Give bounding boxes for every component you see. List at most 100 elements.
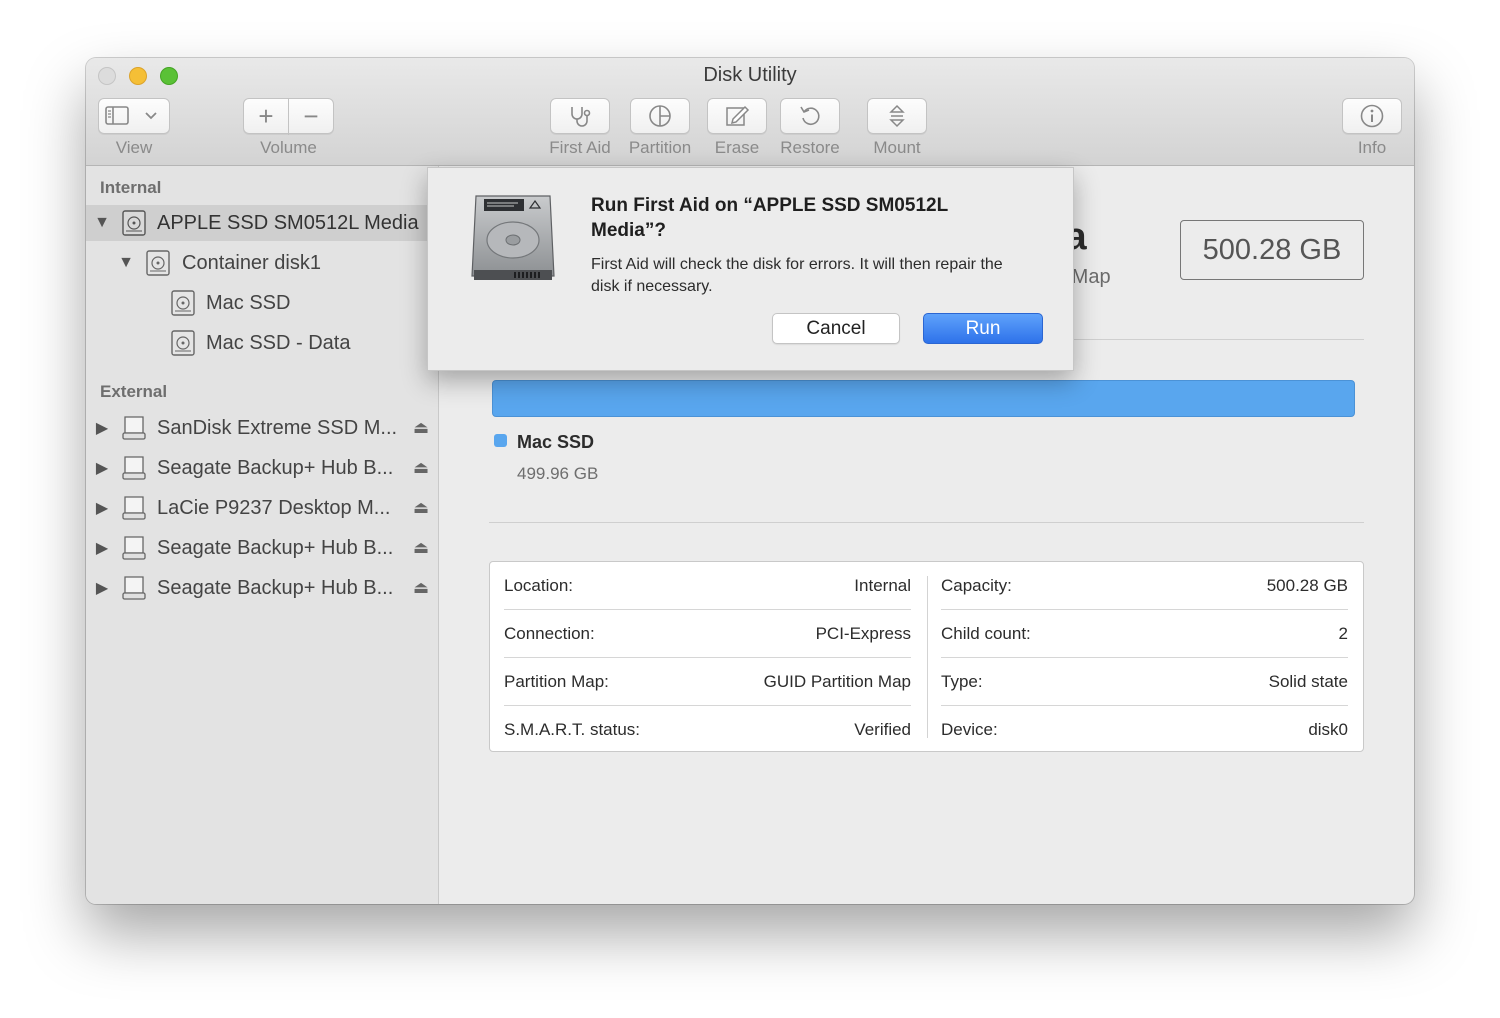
disclosure-expanded-icon[interactable]: ▼ [94,214,110,232]
eject-icon[interactable]: ⏏ [413,418,429,438]
sidebar: Internal ▼ APPLE SSD SM0512L Media ▼ Con… [86,166,439,904]
mount-icon [889,104,905,128]
minus-icon: − [303,100,319,131]
info-label: Info [1357,138,1387,157]
sidebar-item-label: Mac SSD [206,291,291,314]
column-divider [927,576,928,738]
sidebar-item-label: Seagate Backup+ Hub B... [157,456,394,479]
first-aid-button[interactable] [550,98,610,134]
internal-section-header: Internal [100,178,162,197]
disclosure-collapsed-icon[interactable]: ▶ [94,498,110,518]
sidebar-item-mac-ssd[interactable]: Mac SSD [86,285,439,321]
external-disk-icon [122,576,146,600]
sidebar-item-seagate-3[interactable]: ▶ Seagate Backup+ Hub B... ⏏ [86,570,439,606]
sidebar-item-sandisk[interactable]: ▶ SanDisk Extreme SSD M... ⏏ [86,410,439,446]
info-label: S.M.A.R.T. status: [504,720,641,739]
view-button[interactable] [98,98,170,134]
sidebar-toggle-icon [105,106,157,125]
info-label: Device: [941,720,998,739]
run-button[interactable]: Run [923,313,1043,344]
eject-icon[interactable]: ⏏ [413,458,429,478]
cancel-button[interactable]: Cancel [772,313,900,344]
external-disk-icon [122,456,146,480]
partition-button[interactable] [630,98,690,134]
eject-icon[interactable]: ⏏ [413,578,429,598]
stethoscope-icon [571,107,591,127]
external-disk-icon [122,536,146,560]
dialog-message: First Aid will check the disk for errors… [591,256,1003,295]
sidebar-item-label: APPLE SSD SM0512L Media [157,211,419,234]
eject-icon[interactable]: ⏏ [413,538,429,558]
disclosure-collapsed-icon[interactable]: ▶ [94,458,110,478]
info-value: disk0 [1308,720,1348,739]
sidebar-item-seagate-1[interactable]: ▶ Seagate Backup+ Hub B... ⏏ [86,450,439,486]
window-title: Disk Utility [703,64,797,86]
dialog-title: Run First Aid on “APPLE SSD SM0512L Medi… [591,195,948,241]
first-aid-dialog: Run First Aid on “APPLE SSD SM0512L Medi… [427,167,1074,371]
pencil-paper-icon [726,105,750,126]
info-row-smart-status: S.M.A.R.T. status: Verified [504,706,911,754]
info-value: Verified [854,720,911,739]
info-label: Child count: [941,623,1031,643]
sidebar-item-label: LaCie P9237 Desktop M... [157,496,391,519]
sidebar-item-seagate-2[interactable]: ▶ Seagate Backup+ Hub B... ⏏ [86,530,439,566]
divider [489,522,1364,523]
toolbar: Disk Utility View + − Volume First Aid P… [86,58,1414,166]
sidebar-item-label: SanDisk Extreme SSD M... [157,416,398,439]
sidebar-item-lacie[interactable]: ▶ LaCie P9237 Desktop M... ⏏ [86,490,439,526]
info-row-partition-map: Partition Map: GUID Partition Map [504,658,911,706]
legend-volume-name: Mac SSD [517,432,595,452]
info-label: Location: [504,575,573,595]
disclosure-collapsed-icon[interactable]: ▶ [94,538,110,558]
info-label: Type: [941,671,983,691]
plus-icon: + [258,100,274,131]
disk-info-table: Location: Internal Connection: PCI-Expre… [489,561,1364,752]
volume-label: Volume [260,138,317,157]
usage-bar [492,380,1355,417]
eject-icon[interactable]: ⏏ [413,498,429,518]
info-value: PCI-Express [815,623,911,643]
sidebar-item-mac-ssd-data[interactable]: Mac SSD - Data [86,325,439,361]
partition-label: Partition [628,138,692,157]
mount-button[interactable] [867,98,927,134]
remove-volume-button[interactable]: − [288,98,334,134]
info-row-type: Type: Solid state [941,658,1348,706]
disclosure-collapsed-icon[interactable]: ▶ [94,418,110,438]
capacity-badge: 500.28 GB [1180,220,1364,280]
mount-label: Mount [873,138,921,157]
add-volume-button[interactable]: + [243,98,289,134]
sidebar-item-label: Seagate Backup+ Hub B... [157,576,394,599]
sidebar-item-label: Seagate Backup+ Hub B... [157,536,394,559]
sidebar-item-label: Container disk1 [182,251,321,274]
restore-arrow-icon [800,106,820,125]
disclosure-collapsed-icon[interactable]: ▶ [94,578,110,598]
info-label: Partition Map: [504,671,609,691]
info-value: 2 [1338,623,1348,643]
info-row-capacity: Capacity: 500.28 GB [941,562,1348,610]
external-disk-icon [122,496,146,520]
volume-disk-icon [171,290,195,316]
sidebar-item-label: Mac SSD - Data [206,331,351,354]
external-disk-icon [122,416,146,440]
container-disk-icon [146,250,170,276]
info-value: Internal [854,575,911,595]
info-row-device: Device: disk0 [941,706,1348,754]
info-label: Connection: [504,623,595,643]
legend-volume-size: 499.96 GB [517,464,599,483]
sidebar-item-apple-ssd[interactable]: ▼ APPLE SSD SM0512L Media [86,205,439,241]
view-label: View [115,138,153,157]
restore-button[interactable] [780,98,840,134]
info-icon [1360,104,1384,128]
info-value: Solid state [1268,671,1348,691]
hard-drive-icon [471,195,555,280]
erase-button[interactable] [707,98,767,134]
info-label: Capacity: [941,575,1012,595]
info-row-child-count: Child count: 2 [941,610,1348,658]
pie-chart-icon [649,105,671,127]
disclosure-expanded-icon[interactable]: ▼ [118,254,134,272]
external-section-header: External [100,382,168,401]
info-row-location: Location: Internal [504,562,911,610]
internal-disk-icon [122,210,146,236]
info-button[interactable] [1342,98,1402,134]
sidebar-item-container-disk1[interactable]: ▼ Container disk1 [86,245,439,281]
